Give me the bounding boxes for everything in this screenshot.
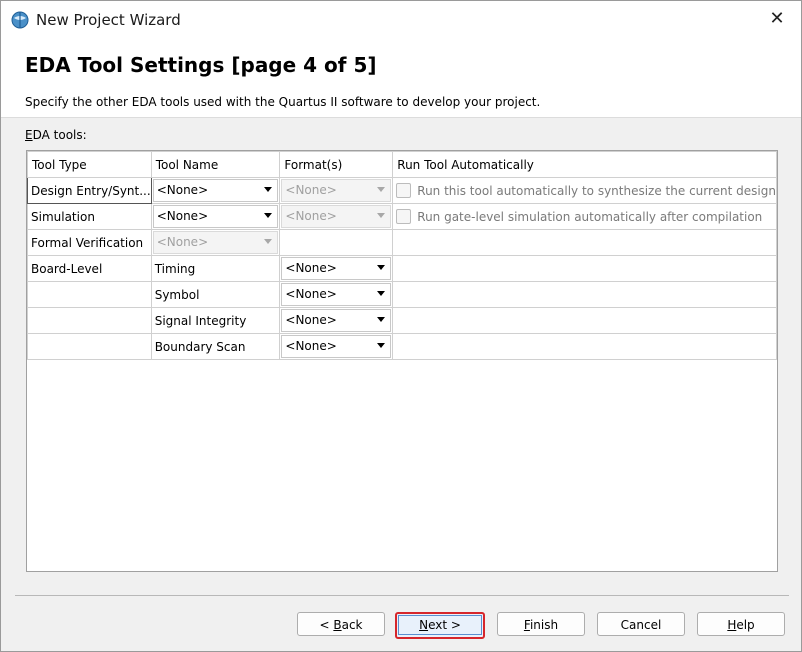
wizard-header: EDA Tool Settings [page 4 of 5] Specify … (1, 37, 801, 118)
chevron-down-icon (377, 343, 386, 348)
tool-type-label: Formal Verification (31, 235, 144, 250)
back-button[interactable]: < Back (297, 612, 385, 636)
tool-name-label: Symbol (154, 287, 200, 302)
table-row: Signal Integrity <None> (27, 307, 777, 334)
title-bar: New Project Wizard ✕ (1, 1, 801, 37)
format-dropdown[interactable]: <None> (281, 257, 392, 280)
format-dropdown[interactable]: <None> (281, 283, 392, 306)
format-dropdown[interactable]: <None> (281, 335, 392, 358)
tool-type-label: Simulation (31, 209, 95, 224)
footer-divider (15, 595, 789, 596)
chevron-down-icon (377, 265, 386, 270)
tool-name-label: Timing (154, 261, 196, 276)
chevron-down-icon (377, 213, 386, 218)
quartus-app-icon (11, 11, 29, 29)
format-dropdown[interactable]: <None> (281, 309, 392, 332)
chevron-down-icon (377, 291, 386, 296)
chevron-down-icon (264, 239, 273, 244)
window-title: New Project Wizard (36, 11, 181, 29)
format-dropdown: <None> (281, 179, 392, 202)
table-row: Board-Level Timing <None> (27, 255, 777, 282)
page-description: Specify the other EDA tools used with th… (25, 95, 541, 109)
help-button[interactable]: Help (697, 612, 785, 636)
column-header-tool-type: Tool Type (27, 151, 152, 178)
tool-type-label: Board-Level (31, 261, 103, 276)
column-header-tool-name: Tool Name (150, 151, 281, 178)
checkbox (396, 183, 412, 198)
chevron-down-icon (264, 213, 273, 218)
table-row: Boundary Scan <None> (27, 333, 777, 360)
table-row: Formal Verification <None> (27, 229, 777, 256)
cancel-button[interactable]: Cancel (597, 612, 685, 636)
tool-name-dropdown[interactable]: <None> (152, 205, 279, 228)
chevron-down-icon (264, 187, 273, 192)
checkbox (396, 209, 412, 224)
table-row: Symbol <None> (27, 281, 777, 308)
run-gate-level-simulation-option: Run gate-level simulation automatically … (394, 209, 776, 224)
chevron-down-icon (377, 317, 386, 322)
page-title: EDA Tool Settings [page 4 of 5] (25, 53, 377, 77)
tool-name-label: Boundary Scan (154, 339, 246, 354)
close-icon[interactable]: ✕ (767, 9, 787, 29)
new-project-wizard-dialog: New Project Wizard ✕ EDA Tool Settings [… (0, 0, 802, 652)
tool-name-dropdown[interactable]: <None> (152, 179, 279, 202)
format-dropdown: <None> (281, 205, 392, 228)
table-row: Simulation <None> <None> Run gate-level … (27, 203, 777, 230)
grid-header-row: Tool Type Tool Name Format(s) Run Tool A… (27, 151, 777, 178)
tool-type-label: Design Entry/Synt... (31, 183, 151, 198)
finish-button[interactable]: Finish (497, 612, 585, 636)
column-header-formats: Format(s) (279, 151, 394, 178)
eda-tools-grid: Tool Type Tool Name Format(s) Run Tool A… (26, 150, 778, 572)
next-button[interactable]: Next > (395, 612, 485, 639)
tool-name-dropdown: <None> (152, 231, 279, 254)
chevron-down-icon (377, 187, 386, 192)
tool-name-label: Signal Integrity (154, 313, 247, 328)
run-synthesis-automatically-option: Run this tool automatically to synthesiz… (394, 183, 776, 198)
table-row: Design Entry/Synt... <None> <None> Run t… (27, 177, 777, 204)
column-header-run-tool-automatically: Run Tool Automatically (392, 151, 777, 178)
eda-tools-label: EDA tools: (25, 128, 87, 142)
